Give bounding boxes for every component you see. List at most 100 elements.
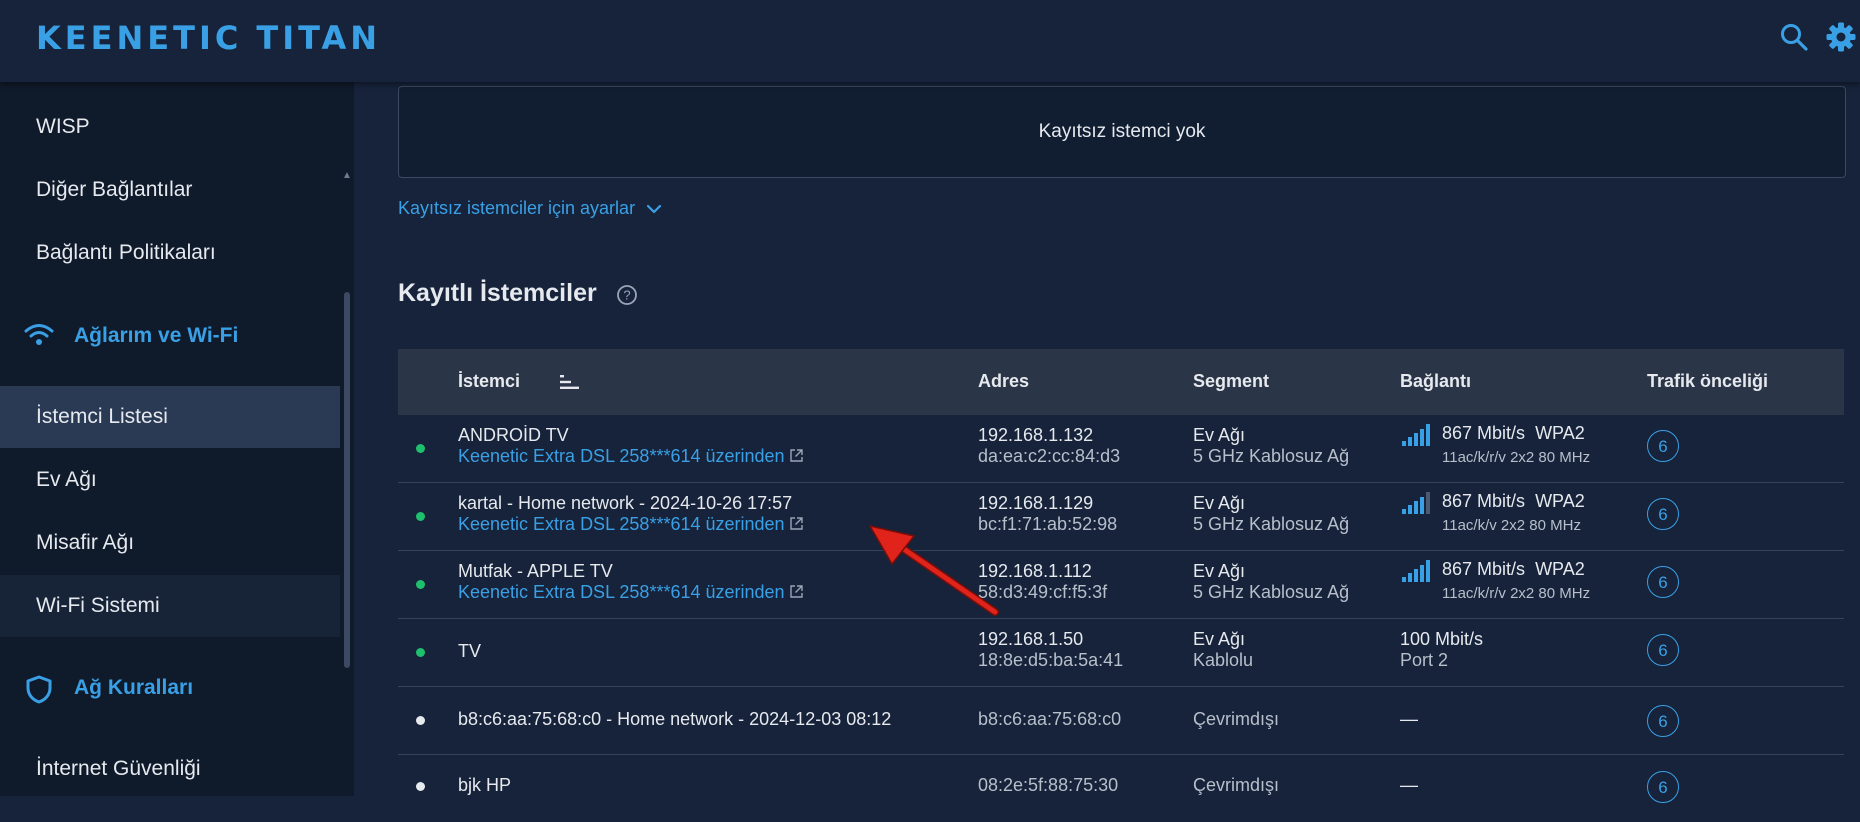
segment-name: Ev Ağı [1193, 425, 1246, 445]
logo-model: TITAN [256, 19, 381, 57]
logo-brand: KEENETIC [36, 19, 243, 57]
sidebar-section-label: Ağ Kuralları [74, 676, 194, 699]
sidebar-item-home-network[interactable]: Ev Ağı [0, 449, 340, 511]
client-name[interactable]: Mutfak - APPLE TV [458, 561, 613, 582]
port-label: Port 2 [1400, 650, 1449, 670]
chevron-down-icon [646, 205, 662, 214]
table-row[interactable]: b8:c6:aa:75:68:c0 - Home network - 2024-… [398, 687, 1844, 755]
segment-status: Çevrimdışı [1193, 709, 1280, 729]
priority-badge[interactable]: 6 [1647, 705, 1679, 737]
unregistered-clients-box: Kayıtsız istemci yok [398, 86, 1846, 178]
mac-address: 18:8e:d5:ba:5a:41 [978, 650, 1124, 670]
mac-address: bc:f1:71:ab:52:98 [978, 514, 1118, 534]
priority-badge[interactable]: 6 [1647, 771, 1679, 803]
gear-icon[interactable] [1826, 22, 1856, 52]
client-name[interactable]: kartal - Home network - 2024-10-26 17:57 [458, 493, 792, 514]
sidebar-item-label: İstemci Listesi [36, 405, 168, 428]
link-speed: 867 Mbit/s WPA2 [1442, 559, 1585, 580]
sidebar-item-internet-security[interactable]: İnternet Güvenliği [0, 738, 340, 796]
sidebar-item-label: Misafir Ağı [36, 531, 135, 554]
sidebar-item-label: Wi-Fi Sistemi [36, 594, 160, 617]
sidebar-item-label: Bağlantı Politikaları [36, 241, 216, 264]
link-speed-value: 867 Mbit/s [1442, 423, 1526, 443]
client-name[interactable]: TV [458, 641, 481, 662]
svg-text:?: ? [623, 288, 630, 303]
signal-strength-icon [1402, 424, 1430, 446]
status-dot [416, 782, 425, 791]
sidebar-section-label: Ağlarım ve Wi-Fi [74, 324, 239, 347]
status-dot [416, 580, 425, 589]
client-name[interactable]: ANDROİD TV [458, 425, 569, 446]
table-row[interactable]: ANDROİD TV Keenetic Extra DSL 258***614 … [398, 415, 1844, 483]
signal-strength-icon [1402, 560, 1430, 582]
extender-link[interactable]: Keenetic Extra DSL 258***614 üzerinden [458, 582, 804, 603]
priority-badge[interactable]: 6 [1647, 634, 1679, 666]
priority-badge[interactable]: 6 [1647, 498, 1679, 530]
link-speed-value: 867 Mbit/s [1442, 491, 1526, 511]
sidebar-item-label: Ev Ağı [36, 468, 97, 491]
security-type: WPA2 [1535, 423, 1585, 443]
external-link-icon [789, 585, 803, 598]
ip-address: 192.168.1.129 [978, 493, 1094, 513]
ip-address: 192.168.1.50 [978, 629, 1084, 649]
extender-link-label: Keenetic Extra DSL 258***614 üzerinden [458, 582, 785, 602]
table-row[interactable]: TV 192.168.1.50 18:8e:d5:ba:5a:41 Ev Ağı… [398, 619, 1844, 687]
segment-type: Kablolu [1193, 650, 1254, 670]
status-dot [416, 512, 425, 521]
sidebar-item-label: WISP [36, 115, 90, 138]
link-speed: 867 Mbit/s WPA2 [1442, 423, 1585, 444]
table-row[interactable]: kartal - Home network - 2024-10-26 17:57… [398, 483, 1844, 551]
main-content: Kayıtsız istemci yok Kayıtsız istemciler… [354, 82, 1860, 803]
wifi-mode: 11ac/k/r/v 2x2 80 MHz [1442, 449, 1591, 466]
settings-link-label: Kayıtsız istemciler için ayarlar [398, 198, 636, 218]
column-header-client[interactable]: İstemci [458, 371, 520, 392]
status-dot [416, 648, 425, 657]
mac-address: b8:c6:aa:75:68:c0 [978, 709, 1122, 729]
segment-type: 5 GHz Kablosuz Ağ [1193, 446, 1350, 466]
sidebar-item-client-list[interactable]: İstemci Listesi [0, 386, 340, 448]
extender-link[interactable]: Keenetic Extra DSL 258***614 üzerinden [458, 514, 804, 535]
priority-badge[interactable]: 6 [1647, 566, 1679, 598]
segment-status: Çevrimdışı [1193, 775, 1280, 795]
link-speed-value: 867 Mbit/s [1442, 559, 1526, 579]
sidebar-item-other-connections[interactable]: Diğer Bağlantılar [0, 159, 340, 221]
link-speed: 867 Mbit/s WPA2 [1442, 491, 1585, 512]
client-name[interactable]: b8:c6:aa:75:68:c0 - Home network - 2024-… [458, 709, 891, 730]
mac-address: da:ea:c2:cc:84:d3 [978, 446, 1121, 466]
extender-link[interactable]: Keenetic Extra DSL 258***614 üzerinden [458, 446, 804, 467]
sidebar-item-wifi-system[interactable]: Wi-Fi Sistemi [0, 575, 340, 637]
sort-icon[interactable] [560, 374, 580, 390]
top-bar: KEENETIC TITAN [0, 0, 1860, 82]
wifi-mode: 11ac/k/r/v 2x2 80 MHz [1442, 585, 1591, 602]
extender-link-label: Keenetic Extra DSL 258***614 üzerinden [458, 514, 785, 534]
priority-badge[interactable]: 6 [1647, 430, 1679, 462]
sidebar-scrollbar[interactable] [344, 292, 350, 668]
mac-address: 08:2e:5f:88:75:30 [978, 775, 1119, 795]
segment-type: 5 GHz Kablosuz Ağ [1193, 514, 1350, 534]
security-type: WPA2 [1535, 559, 1585, 579]
wifi-icon [24, 324, 54, 345]
sidebar-item-connection-policies[interactable]: Bağlantı Politikaları [0, 222, 340, 284]
sidebar-item-wisp[interactable]: WISP [0, 96, 340, 158]
sidebar: ▲ WISP Diğer Bağlantılar Bağlantı Politi… [0, 82, 354, 796]
sidebar-item-label: İnternet Güvenliği [36, 757, 201, 780]
help-icon[interactable]: ? [616, 284, 638, 306]
segment-name: Ev Ağı [1193, 493, 1246, 513]
segment-name: Ev Ağı [1193, 629, 1246, 649]
client-name[interactable]: bjk HP [458, 775, 511, 796]
wifi-mode: 11ac/k/v 2x2 80 MHz [1442, 517, 1581, 534]
unregistered-settings-toggle[interactable]: Kayıtsız istemciler için ayarlar [398, 198, 662, 219]
status-dot [416, 444, 425, 453]
scroll-up-arrow-icon[interactable]: ▲ [342, 170, 352, 181]
table-header: İstemci Adres Segment Bağlantı Trafik ön… [398, 349, 1844, 415]
page-title: Kayıtlı İstemciler [398, 279, 597, 307]
table-row[interactable]: bjk HP 08:2e:5f:88:75:30 Çevrimdışı — 6 [398, 755, 1844, 822]
sidebar-item-guest-network[interactable]: Misafir Ağı [0, 512, 340, 574]
sidebar-item-label: Diğer Bağlantılar [36, 178, 193, 201]
mac-address: 58:d3:49:cf:f5:3f [978, 582, 1108, 602]
column-header-segment: Segment [1193, 371, 1270, 391]
column-header-address: Adres [978, 371, 1030, 391]
external-link-icon [789, 517, 803, 530]
table-row[interactable]: Mutfak - APPLE TV Keenetic Extra DSL 258… [398, 551, 1844, 619]
search-icon[interactable] [1779, 22, 1809, 52]
